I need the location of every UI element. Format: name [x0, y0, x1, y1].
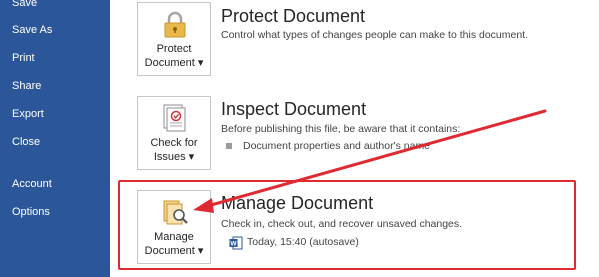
- annotation-arrow-icon: [193, 109, 547, 213]
